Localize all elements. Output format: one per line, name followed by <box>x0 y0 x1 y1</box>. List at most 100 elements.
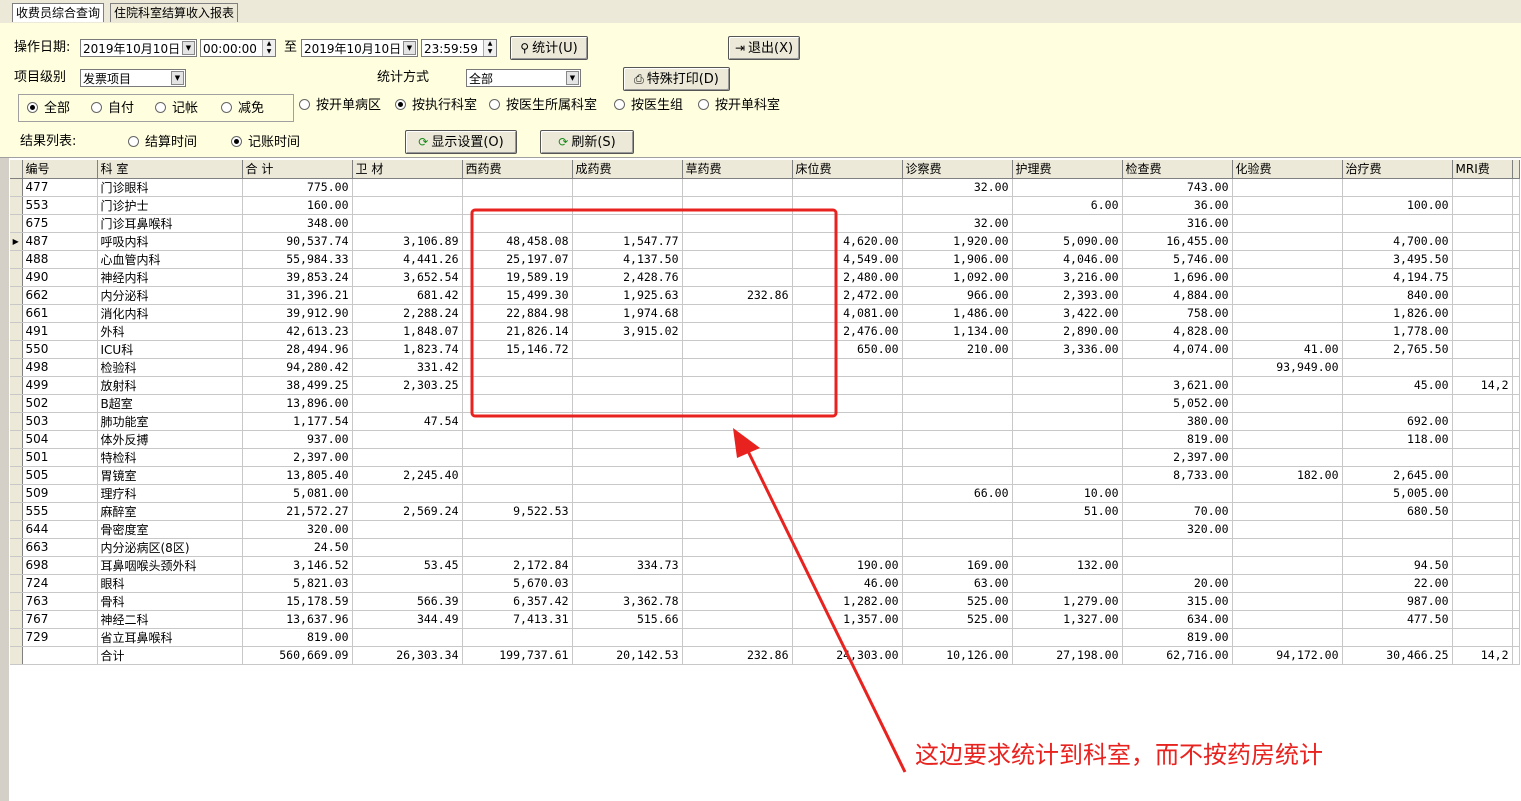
radio-group-order-dept[interactable]: 按开单科室 <box>698 98 780 114</box>
table-row[interactable]: 555 麻醉室 21,572.27 2,569.24 9,522.53 51.00 70.0… <box>10 502 1520 521</box>
method-select[interactable]: 全部 ▼ <box>466 69 581 87</box>
row-indicator[interactable] <box>10 520 23 539</box>
row-indicator[interactable] <box>10 178 23 197</box>
row-indicator[interactable]: ▶ <box>10 232 23 251</box>
row-indicator[interactable] <box>10 430 23 449</box>
column-header[interactable]: 草药费 <box>682 160 793 179</box>
special-print-button[interactable]: ⎙ 特殊打印(D) <box>623 67 730 91</box>
tab-cashier-query[interactable]: 收费员综合查询 <box>12 3 105 22</box>
table-row[interactable]: ▶ 487 呼吸内科 90,537.74 3,106.89 48,458.08 1,547.… <box>10 232 1520 251</box>
column-header[interactable]: 诊察费 <box>902 160 1013 179</box>
column-header[interactable]: 科 室 <box>97 160 243 179</box>
chevron-down-icon[interactable]: ▼ <box>566 71 579 85</box>
row-indicator[interactable] <box>10 556 23 575</box>
result-grid[interactable]: 编号科 室合 计卫 材西药费 成药费 草药费 床位费 诊察费 护理费 检查费 化验费 治疗费 MR… <box>10 160 1521 692</box>
start-time-input[interactable]: 00:00:00 ▲ ▼ <box>200 39 276 57</box>
table-row[interactable]: 502 B超室 13,896.00 5,052.00 <box>10 394 1520 413</box>
table-cell <box>1122 484 1233 503</box>
table-row[interactable]: 675 门诊耳鼻喉科 348.00 32.00 316.00 <box>10 214 1520 233</box>
refresh-button[interactable]: ⟳ 刷新(S) <box>540 130 634 154</box>
radio-pay-all[interactable]: 全部 <box>27 101 70 117</box>
row-indicator[interactable] <box>10 628 23 647</box>
table-row[interactable]: 698 耳鼻咽喉头颈外科 3,146.52 53.45 2,172.84 334.73 19… <box>10 556 1520 575</box>
column-header[interactable]: 治疗费 <box>1342 160 1453 179</box>
end-date-picker[interactable]: 2019年10月10日 ▼ <box>301 39 418 57</box>
table-row[interactable]: 499 放射科 38,499.25 2,303.25 3,621.00 45.00 14,2 <box>10 376 1520 395</box>
table-row[interactable]: 663 内分泌病区(8区) 24.50 <box>10 538 1520 557</box>
column-header[interactable]: MRI费 <box>1452 160 1513 179</box>
row-indicator[interactable] <box>10 268 23 287</box>
table-row[interactable]: 662 内分泌科 31,396.21 681.42 15,499.30 1,925.63 2… <box>10 286 1520 305</box>
table-row[interactable]: 550 ICU科 28,494.96 1,823.74 15,146.72 650.00 2… <box>10 340 1520 359</box>
exit-button[interactable]: ⇥ 退出(X) <box>728 36 800 60</box>
table-row[interactable]: 644 骨密度室 320.00 320.00 <box>10 520 1520 539</box>
table-row[interactable]: 661 消化内科 39,912.90 2,288.24 22,884.98 1,974.6… <box>10 304 1520 323</box>
column-header[interactable]: 床位费 <box>792 160 903 179</box>
table-row[interactable]: 763 骨科 15,178.59 566.39 6,357.42 3,362.78 1,28… <box>10 592 1520 611</box>
row-indicator[interactable] <box>10 502 23 521</box>
column-header[interactable]: 成药费 <box>572 160 683 179</box>
table-row[interactable]: 490 神经内科 39,853.24 3,652.54 19,589.19 2,428.7… <box>10 268 1520 287</box>
column-header[interactable]: 护理费 <box>1012 160 1123 179</box>
column-header[interactable]: 合 计 <box>242 160 353 179</box>
table-row[interactable]: 498 检验科 94,280.42 331.42 93,949.00 <box>10 358 1520 377</box>
radio-pay-account[interactable]: 记帐 <box>155 101 198 117</box>
radio-group-doctor-dept[interactable]: 按医生所属科室 <box>489 98 597 114</box>
row-indicator[interactable] <box>10 322 23 341</box>
table-row[interactable]: 合计 560,669.09 26,303.34 199,737.61 20,142.53… <box>10 646 1520 665</box>
table-row[interactable]: 477 门诊眼科 775.00 32.00 743.00 <box>10 178 1520 197</box>
table-row[interactable]: 729 省立耳鼻喉科 819.00 819.00 <box>10 628 1520 647</box>
table-row[interactable]: 504 体外反搏 937.00 819.00 118.00 <box>10 430 1520 449</box>
row-indicator[interactable] <box>10 538 23 557</box>
row-indicator[interactable] <box>10 484 23 503</box>
column-header[interactable]: 化验费 <box>1232 160 1343 179</box>
row-indicator[interactable] <box>10 646 23 665</box>
row-indicator[interactable] <box>10 448 23 467</box>
table-row[interactable]: 553 门诊护士 160.00 6.00 36.00 100.00 <box>10 196 1520 215</box>
row-indicator[interactable] <box>10 340 23 359</box>
radio-group-exec-dept[interactable]: 按执行科室 <box>395 98 477 114</box>
row-indicator[interactable] <box>10 610 23 629</box>
row-indicator[interactable] <box>10 412 23 431</box>
table-row[interactable]: 491 外科 42,613.23 1,848.07 21,826.14 3,915.02 2… <box>10 322 1520 341</box>
row-indicator[interactable] <box>10 574 23 593</box>
table-row[interactable]: 767 神经二科 13,637.96 344.49 7,413.31 515.66 1,35… <box>10 610 1520 629</box>
table-row[interactable]: 505 胃镜室 13,805.40 2,245.40 8,733.00 182.00 2,6… <box>10 466 1520 485</box>
column-header[interactable]: 检查费 <box>1122 160 1233 179</box>
spin-updown-icon[interactable]: ▲ ▼ <box>483 40 496 56</box>
chevron-down-icon[interactable]: ▼ <box>403 41 416 55</box>
column-header[interactable]: 西药费 <box>462 160 573 179</box>
column-header[interactable]: 卫 材 <box>352 160 463 179</box>
start-date-picker[interactable]: 2019年10月10日 ▼ <box>80 39 197 57</box>
row-indicator[interactable] <box>10 376 23 395</box>
row-indicator[interactable] <box>10 394 23 413</box>
radio-pay-waive[interactable]: 减免 <box>221 101 264 117</box>
chevron-down-icon[interactable]: ▼ <box>182 41 195 55</box>
radio-group-doctor-group[interactable]: 按医生组 <box>614 98 683 114</box>
row-indicator[interactable] <box>10 214 23 233</box>
display-settings-button[interactable]: ⟳ 显示设置(O) <box>405 130 517 154</box>
radio-group-order-ward[interactable]: 按开单病区 <box>299 98 381 114</box>
row-indicator[interactable] <box>10 250 23 269</box>
row-indicator[interactable] <box>10 286 23 305</box>
table-row[interactable]: 501 特检科 2,397.00 2,397.00 <box>10 448 1520 467</box>
radio-pay-self[interactable]: 自付 <box>91 101 134 117</box>
table-row[interactable]: 509 理疗科 5,081.00 66.00 10.00 5,005.00 <box>10 484 1520 503</box>
row-indicator[interactable] <box>10 304 23 323</box>
end-time-input[interactable]: 23:59:59 ▲ ▼ <box>421 39 497 57</box>
radio-account-time[interactable]: 记账时间 <box>231 135 300 151</box>
table-row[interactable]: 724 眼科 5,821.03 5,670.03 46.00 63.00 20.00 22.0… <box>10 574 1520 593</box>
column-header[interactable]: 编号 <box>22 160 98 179</box>
chevron-down-icon[interactable]: ▼ <box>171 71 184 85</box>
table-row[interactable]: 503 肺功能室 1,177.54 47.54 380.00 692.00 <box>10 412 1520 431</box>
spin-updown-icon[interactable]: ▲ ▼ <box>262 40 275 56</box>
table-row[interactable]: 488 心血管内科 55,984.33 4,441.26 25,197.07 4,137.… <box>10 250 1520 269</box>
row-indicator[interactable] <box>10 466 23 485</box>
radio-settle-time[interactable]: 结算时间 <box>128 135 197 151</box>
row-indicator[interactable] <box>10 196 23 215</box>
stats-button[interactable]: ⚲ 统计(U) <box>510 36 588 60</box>
row-indicator[interactable] <box>10 358 23 377</box>
row-indicator[interactable] <box>10 592 23 611</box>
level-select[interactable]: 发票项目 ▼ <box>80 69 186 87</box>
tab-inpatient-report[interactable]: 住院科室结算收入报表 <box>110 3 239 22</box>
